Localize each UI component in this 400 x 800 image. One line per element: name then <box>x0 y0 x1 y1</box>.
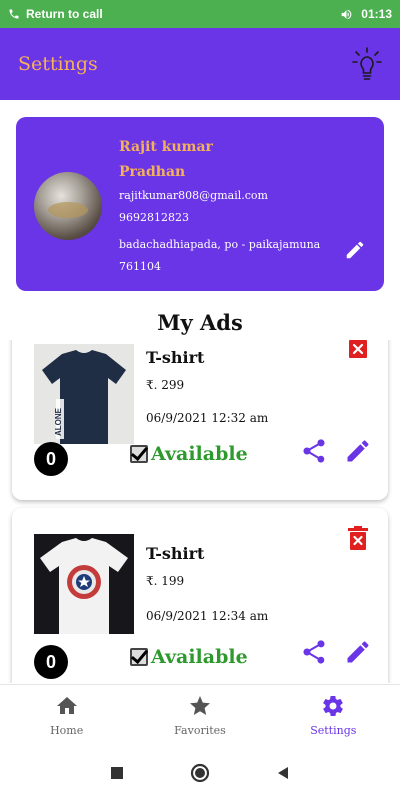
ad-date: 06/9/2021 12:32 am <box>146 411 269 425</box>
profile-phone: 9692812823 <box>119 211 189 224</box>
back-icon[interactable] <box>276 766 290 780</box>
availability-toggle[interactable]: Available <box>130 443 248 465</box>
avatar <box>34 172 102 240</box>
ad-title: T-shirt <box>146 348 205 367</box>
profile-name: Rajit kumar Pradhan <box>119 139 213 180</box>
availability-label: Available <box>151 646 248 668</box>
ad-title: T-shirt <box>146 544 205 563</box>
ad-date: 06/9/2021 12:34 am <box>146 609 269 623</box>
nav-favorites-label: Favorites <box>174 724 226 737</box>
ad-count-badge: 0 <box>34 645 68 679</box>
my-ads-title: My Ads <box>157 310 243 335</box>
profile-address: badachadhiapada, po - paikajamuna 761104 <box>119 238 321 273</box>
ad-price: ₹. 199 <box>146 574 185 588</box>
ad-count-badge: 0 <box>34 442 68 476</box>
ads-list[interactable]: ALONE T-shirt ₹. 299 06/9/2021 12:32 am … <box>0 340 400 683</box>
system-navigation-bar <box>0 746 400 800</box>
ad-card[interactable]: T-shirt ₹. 199 06/9/2021 12:34 am 0 Avai… <box>12 508 388 683</box>
bottom-navigation: Home Favorites Settings <box>0 684 400 746</box>
ad-image: ALONE <box>34 344 134 444</box>
delete-icon[interactable] <box>348 340 368 360</box>
ad-card[interactable]: ALONE T-shirt ₹. 299 06/9/2021 12:32 am … <box>12 340 388 500</box>
availability-label: Available <box>151 443 248 465</box>
recents-icon[interactable] <box>110 766 124 780</box>
delete-icon[interactable] <box>348 526 368 550</box>
star-icon <box>189 696 210 715</box>
edit-ad-icon[interactable] <box>344 437 372 465</box>
edit-ad-icon[interactable] <box>344 638 372 666</box>
ad-price: ₹. 299 <box>146 378 185 392</box>
ad-image <box>34 534 134 634</box>
profile-card: Rajit kumar Pradhan rajitkumar808@gmail.… <box>16 117 384 291</box>
home-icon <box>56 697 77 714</box>
return-to-call[interactable]: Return to call <box>8 7 103 21</box>
availability-checkbox[interactable] <box>130 445 148 463</box>
status-bar: Return to call 01:13 <box>0 0 400 28</box>
gear-icon <box>323 696 344 717</box>
share-icon[interactable] <box>300 638 328 666</box>
share-icon[interactable] <box>300 437 328 465</box>
availability-checkbox[interactable] <box>130 648 148 666</box>
home-circle-icon[interactable] <box>190 763 210 783</box>
clock: 01:13 <box>361 7 392 21</box>
nav-home-label: Home <box>50 724 84 737</box>
nav-settings-label: Settings <box>310 724 357 737</box>
page-title: Settings <box>18 53 98 75</box>
profile-email: rajitkumar808@gmail.com <box>119 189 268 202</box>
nav-home[interactable]: Home <box>0 685 133 746</box>
app-bar: Settings <box>0 28 400 100</box>
shirt-print-text: ALONE <box>54 407 63 436</box>
edit-profile-icon[interactable] <box>344 239 366 261</box>
nav-favorites[interactable]: Favorites <box>133 685 266 746</box>
lightbulb-icon[interactable] <box>352 47 382 81</box>
call-text: Return to call <box>26 7 103 21</box>
phone-icon <box>9 9 19 19</box>
availability-toggle[interactable]: Available <box>130 646 248 668</box>
volume-icon <box>341 9 352 19</box>
nav-settings[interactable]: Settings <box>267 685 400 746</box>
